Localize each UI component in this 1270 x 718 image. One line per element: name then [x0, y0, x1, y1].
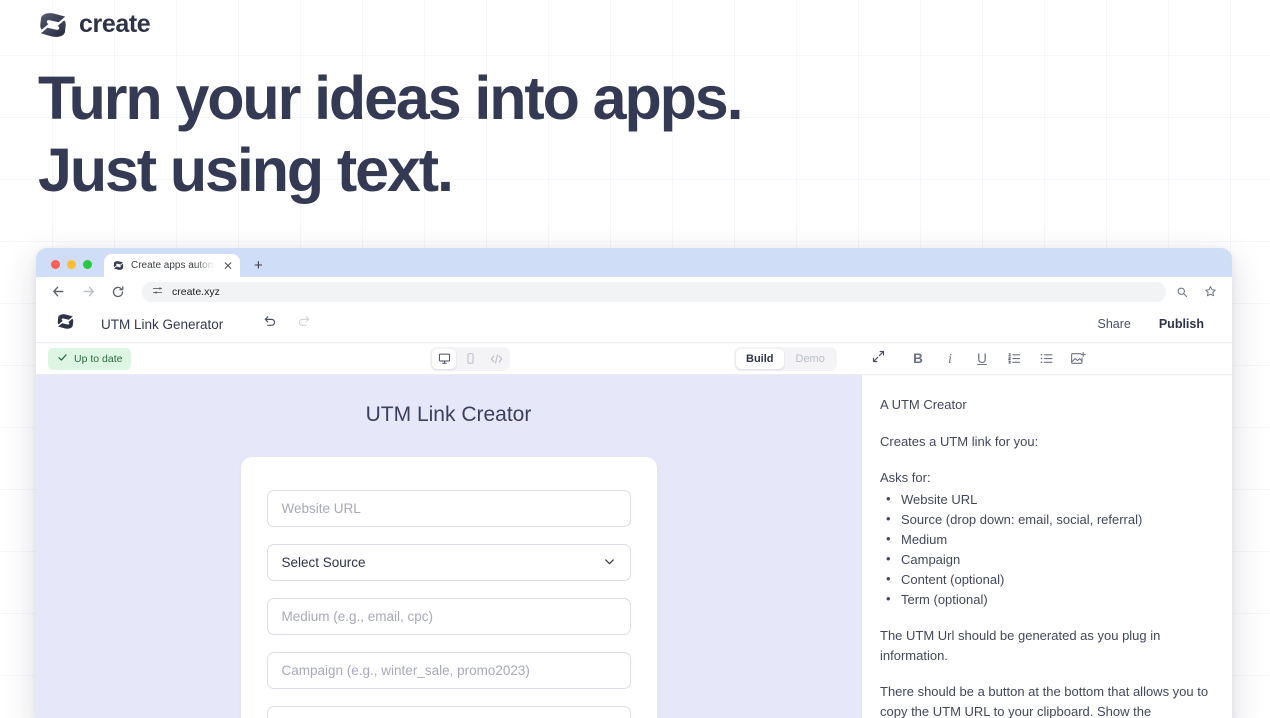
bold-icon[interactable]: B	[902, 346, 934, 372]
arrow-left-icon[interactable]	[50, 284, 66, 300]
code-icon[interactable]	[484, 349, 508, 369]
page-title: Turn your ideas into apps. Just using te…	[38, 64, 744, 204]
app-preview-panel: UTM Link Creator Website URL Select Sour…	[36, 375, 862, 718]
create-logo-icon	[38, 11, 68, 39]
browser-toolbar: create.xyz	[36, 277, 1232, 306]
publish-button[interactable]: Publish	[1159, 317, 1204, 331]
italic-icon[interactable]: i	[934, 346, 966, 372]
mode-switcher: Build Demo	[734, 346, 837, 371]
medium-input[interactable]: Medium (e.g., email, cpc)	[266, 598, 631, 635]
list-item: Medium	[880, 529, 1210, 550]
notes-asks-list: Website URL Source (drop down: email, so…	[880, 489, 1210, 610]
source-select-value: Select Source	[281, 555, 366, 570]
omnibox-actions	[1174, 284, 1218, 300]
close-icon[interactable]: ✕	[223, 260, 233, 272]
brand-name: create	[79, 10, 151, 38]
reload-icon[interactable]	[110, 284, 126, 300]
campaign-input[interactable]: Campaign (e.g., winter_sale, promo2023)	[266, 652, 631, 689]
website-url-input[interactable]: Website URL	[266, 490, 631, 527]
prompt-notes-panel[interactable]: A UTM Creator Creates a UTM link for you…	[862, 375, 1232, 718]
hero-section: create Turn your ideas into apps. Just u…	[0, 0, 1270, 250]
utm-form-card: Website URL Select Source Medium (e.g., …	[240, 457, 657, 718]
close-window-button[interactable]	[51, 260, 60, 269]
page-root: create Turn your ideas into apps. Just u…	[0, 0, 1270, 718]
arrow-right-icon[interactable]	[80, 284, 96, 300]
notes-generated-paragraph: The UTM Url should be generated as you p…	[880, 628, 1161, 663]
editor-body: UTM Link Creator Website URL Select Sour…	[36, 375, 1232, 718]
tune-icon[interactable]	[152, 285, 163, 299]
check-icon	[57, 352, 68, 366]
list-item: Campaign	[880, 549, 1210, 570]
add-image-icon[interactable]	[1062, 346, 1094, 372]
create-logo-icon[interactable]	[52, 313, 75, 335]
browser-tabstrip: Create apps automagically w ✕ +	[36, 248, 1232, 277]
list-item: Content (optional)	[880, 569, 1210, 590]
mode-switcher-group: Build Demo	[734, 346, 886, 371]
star-icon[interactable]	[1202, 284, 1218, 300]
browser-tab-title: Create apps automagically w	[131, 260, 216, 271]
status-badge: Up to date	[48, 347, 132, 370]
mode-build-button[interactable]: Build	[736, 348, 784, 369]
maximize-window-button[interactable]	[83, 260, 92, 269]
notes-intro: Creates a UTM link for you:	[880, 433, 1039, 449]
text-format-toolbar: B i U	[902, 346, 1094, 372]
app-header: UTM Link Generator Share Publish	[36, 306, 1232, 343]
underline-icon[interactable]: U	[966, 346, 998, 372]
preview-title: UTM Link Creator	[365, 403, 532, 426]
bullet-list-icon[interactable]	[1030, 346, 1062, 372]
device-view-switcher	[430, 346, 510, 371]
source-select[interactable]: Select Source	[266, 544, 631, 581]
list-item: Website URL	[880, 489, 1210, 510]
ordered-list-icon[interactable]	[998, 346, 1030, 372]
list-item: Term (optional)	[880, 589, 1210, 610]
browser-tab[interactable]: Create apps automagically w ✕	[104, 254, 240, 277]
redo-icon[interactable]	[296, 313, 313, 335]
mode-demo-button[interactable]: Demo	[786, 349, 835, 369]
list-item: Source (drop down: email, social, referr…	[880, 509, 1210, 530]
expand-diagonal-icon[interactable]	[871, 349, 886, 369]
address-bar-url: create.xyz	[172, 285, 220, 298]
chevron-down-icon	[603, 555, 616, 571]
new-tab-button[interactable]: +	[240, 258, 263, 277]
content-input[interactable]: Content (optional)	[266, 706, 631, 718]
notes-heading: A UTM Creator	[880, 397, 967, 412]
share-button[interactable]: Share	[1097, 317, 1130, 331]
status-badge-label: Up to date	[74, 352, 123, 365]
app-title: UTM Link Generator	[101, 316, 224, 332]
brand: create	[38, 10, 151, 39]
notes-asks-label: Asks for:	[880, 470, 931, 485]
search-zoom-icon[interactable]	[1174, 284, 1190, 300]
browser-window: Create apps automagically w ✕ +	[36, 248, 1232, 718]
address-bar[interactable]: create.xyz	[142, 281, 1166, 302]
history-controls	[261, 313, 313, 335]
editor-toolbar: Up to date Build Demo B i U	[36, 343, 1232, 375]
desktop-icon[interactable]	[432, 348, 456, 369]
create-favicon-icon	[113, 260, 124, 271]
mobile-icon[interactable]	[458, 349, 482, 369]
window-controls	[46, 260, 104, 277]
undo-icon[interactable]	[261, 313, 278, 335]
header-actions: Share Publish	[1097, 317, 1216, 331]
notes-button-paragraph: There should be a button at the bottom t…	[880, 684, 1209, 718]
minimize-window-button[interactable]	[67, 260, 76, 269]
